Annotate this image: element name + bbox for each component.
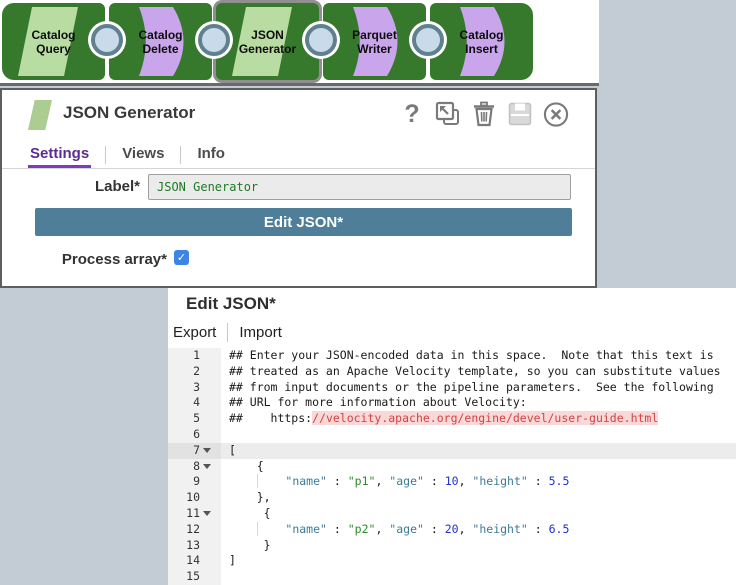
code-line[interactable]: 12 "name" : "p2", "age" : 20, "height" :… [168, 522, 736, 538]
line-number-gutter: 8 [168, 459, 221, 475]
snap-label: CatalogQuery [2, 3, 105, 80]
edit-json-dialog: Edit JSON* Export Import 1## Enter your … [168, 288, 736, 585]
line-number-gutter: 14 [168, 553, 221, 569]
line-number-gutter: 13 [168, 538, 221, 554]
snap-label: ParquetWriter [323, 3, 426, 80]
snap-catalog-query[interactable]: CatalogQuery [2, 3, 105, 80]
panel-toolbar: ? [399, 100, 569, 128]
tab-settings[interactable]: Settings [28, 145, 91, 168]
label-field-caption: Label* [2, 178, 140, 195]
code-line[interactable]: 8 { [168, 459, 736, 475]
export-link[interactable]: Export [173, 324, 216, 341]
connector-circle[interactable] [412, 24, 444, 56]
fold-arrow-icon[interactable] [203, 464, 211, 469]
line-number-gutter: 11 [168, 506, 221, 522]
tab-separator [105, 146, 106, 164]
line-number-gutter: 7 [168, 443, 221, 459]
line-number-gutter: 1 [168, 348, 221, 364]
code-text: "name" : "p2", "age" : 20, "height" : 6.… [221, 522, 736, 538]
line-number-gutter: 6 [168, 427, 221, 443]
snap-catalog-insert[interactable]: CatalogInsert [430, 3, 533, 80]
snap-label: JSONGenerator [216, 3, 319, 80]
trash-icon [471, 101, 497, 127]
code-text: }, [221, 490, 736, 506]
code-text: ## https://velocity.apache.org/engine/de… [221, 411, 736, 427]
pipeline-canvas: CatalogQuery CatalogDelete JSONGenerator… [0, 0, 599, 86]
toolbar-separator [227, 323, 228, 342]
line-number-gutter: 12 [168, 522, 221, 538]
code-line[interactable]: 2## treated as an Apache Velocity templa… [168, 364, 736, 380]
code-line[interactable]: 4## URL for more information about Veloc… [168, 395, 736, 411]
code-line[interactable]: 6 [168, 427, 736, 443]
code-line[interactable]: 7[ [168, 443, 736, 459]
save-disk-icon [507, 101, 533, 127]
delete-snap-button[interactable] [471, 101, 497, 127]
line-number-gutter: 5 [168, 411, 221, 427]
code-line[interactable]: 5## https://velocity.apache.org/engine/d… [168, 411, 736, 427]
line-number-gutter: 15 [168, 569, 221, 585]
connector-circle[interactable] [305, 24, 337, 56]
line-number-gutter: 9 [168, 474, 221, 490]
tabs-divider [2, 168, 595, 169]
dialog-title: Edit JSON* [186, 294, 276, 314]
pipeline-snaps: CatalogQuery CatalogDelete JSONGenerator… [2, 3, 533, 80]
export-snap-button[interactable] [435, 101, 461, 127]
code-text: } [221, 538, 736, 554]
code-text: ## Enter your JSON-encoded data in this … [221, 348, 736, 364]
code-text: { [221, 459, 736, 475]
connector-circle[interactable] [91, 24, 123, 56]
code-text [221, 569, 736, 585]
save-snap-button[interactable] [507, 101, 533, 127]
code-line[interactable]: 11 { [168, 506, 736, 522]
code-text: [ [221, 443, 736, 459]
line-number-gutter: 10 [168, 490, 221, 506]
code-text: "name" : "p1", "age" : 10, "height" : 5.… [221, 474, 736, 490]
help-icon: ? [404, 101, 419, 127]
dialog-toolbar: Export Import [173, 322, 282, 342]
checkmark-icon: ✓ [177, 251, 186, 264]
code-line[interactable]: 9 "name" : "p1", "age" : 10, "height" : … [168, 474, 736, 490]
process-array-checkbox[interactable]: ✓ [174, 250, 189, 265]
snap-label: CatalogInsert [430, 3, 533, 80]
panel-tabs: Settings Views Info [28, 141, 227, 168]
code-line[interactable]: 14] [168, 553, 736, 569]
code-text [221, 427, 736, 443]
export-icon [435, 101, 461, 127]
fold-arrow-icon[interactable] [203, 448, 211, 453]
panel-title: JSON Generator [63, 103, 195, 123]
close-icon [543, 101, 569, 128]
desktop-background: CatalogQuery CatalogDelete JSONGenerator… [0, 0, 736, 585]
code-text: ] [221, 553, 736, 569]
code-text: ## from input documents or the pipeline … [221, 380, 736, 396]
code-text: ## treated as an Apache Velocity templat… [221, 364, 736, 380]
line-number-gutter: 2 [168, 364, 221, 380]
code-line[interactable]: 13 } [168, 538, 736, 554]
label-input[interactable] [148, 174, 571, 200]
help-button[interactable]: ? [399, 101, 425, 127]
code-line[interactable]: 1## Enter your JSON-encoded data in this… [168, 348, 736, 364]
fold-arrow-icon[interactable] [203, 511, 211, 516]
import-link[interactable]: Import [239, 324, 282, 341]
line-number-gutter: 3 [168, 380, 221, 396]
process-array-caption: Process array* [2, 251, 167, 268]
snap-parallelogram-icon [28, 100, 52, 130]
code-line[interactable]: 3## from input documents or the pipeline… [168, 380, 736, 396]
snap-catalog-delete[interactable]: CatalogDelete [109, 3, 212, 80]
tab-info[interactable]: Info [195, 145, 227, 168]
tab-separator [180, 146, 181, 164]
code-line[interactable]: 10 }, [168, 490, 736, 506]
snap-parquet-writer[interactable]: ParquetWriter [323, 3, 426, 80]
connector-circle[interactable] [198, 24, 230, 56]
snap-label: CatalogDelete [109, 3, 212, 80]
line-number-gutter: 4 [168, 395, 221, 411]
code-editor[interactable]: 1## Enter your JSON-encoded data in this… [168, 348, 736, 585]
tab-views[interactable]: Views [120, 145, 166, 168]
edit-json-button[interactable]: Edit JSON* [35, 208, 572, 236]
code-line[interactable]: 15 [168, 569, 736, 585]
code-text: { [221, 506, 736, 522]
snap-json-generator[interactable]: JSONGenerator [216, 3, 319, 80]
close-panel-button[interactable] [543, 101, 569, 127]
code-text: ## URL for more information about Veloci… [221, 395, 736, 411]
snap-settings-panel: JSON Generator ? [0, 88, 597, 288]
